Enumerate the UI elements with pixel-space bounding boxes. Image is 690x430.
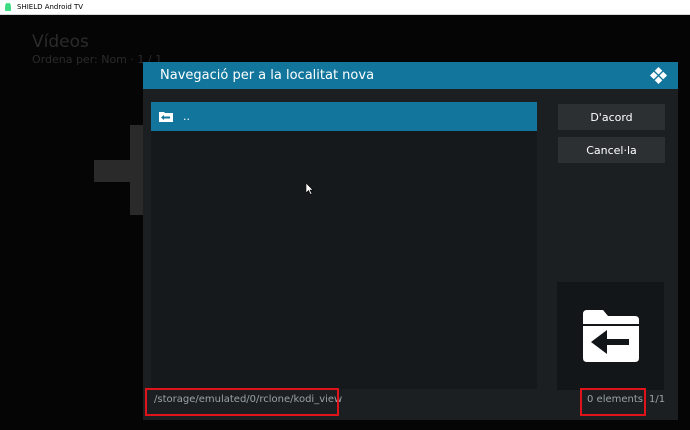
window-title: SHIELD Android TV: [17, 3, 84, 11]
android-icon: [5, 2, 11, 11]
dialog-title: Navegació per a la localitat nova: [160, 68, 375, 83]
folder-back-icon: [159, 112, 173, 122]
list-item-parent-folder[interactable]: ..: [151, 102, 537, 131]
window-titlebar: SHIELD Android TV: [0, 0, 690, 15]
page-indicator: 1/1: [649, 394, 666, 405]
count-highlight-box: [580, 388, 646, 416]
browse-location-dialog: Navegació per a la localitat nova .. D'a…: [143, 62, 678, 420]
mouse-cursor-icon: [306, 183, 314, 195]
kodi-logo-icon: [649, 66, 668, 85]
background-page-title: Vídeos: [32, 32, 89, 52]
ok-button[interactable]: D'acord: [558, 104, 665, 130]
file-list[interactable]: ..: [151, 102, 537, 389]
dialog-header: Navegació per a la localitat nova: [143, 62, 678, 89]
path-highlight-box: [145, 388, 339, 416]
folder-back-icon: [582, 310, 639, 362]
folder-thumbnail: [557, 282, 664, 390]
cancel-button[interactable]: Cancel·la: [558, 137, 665, 163]
list-item-label: ..: [183, 110, 190, 123]
